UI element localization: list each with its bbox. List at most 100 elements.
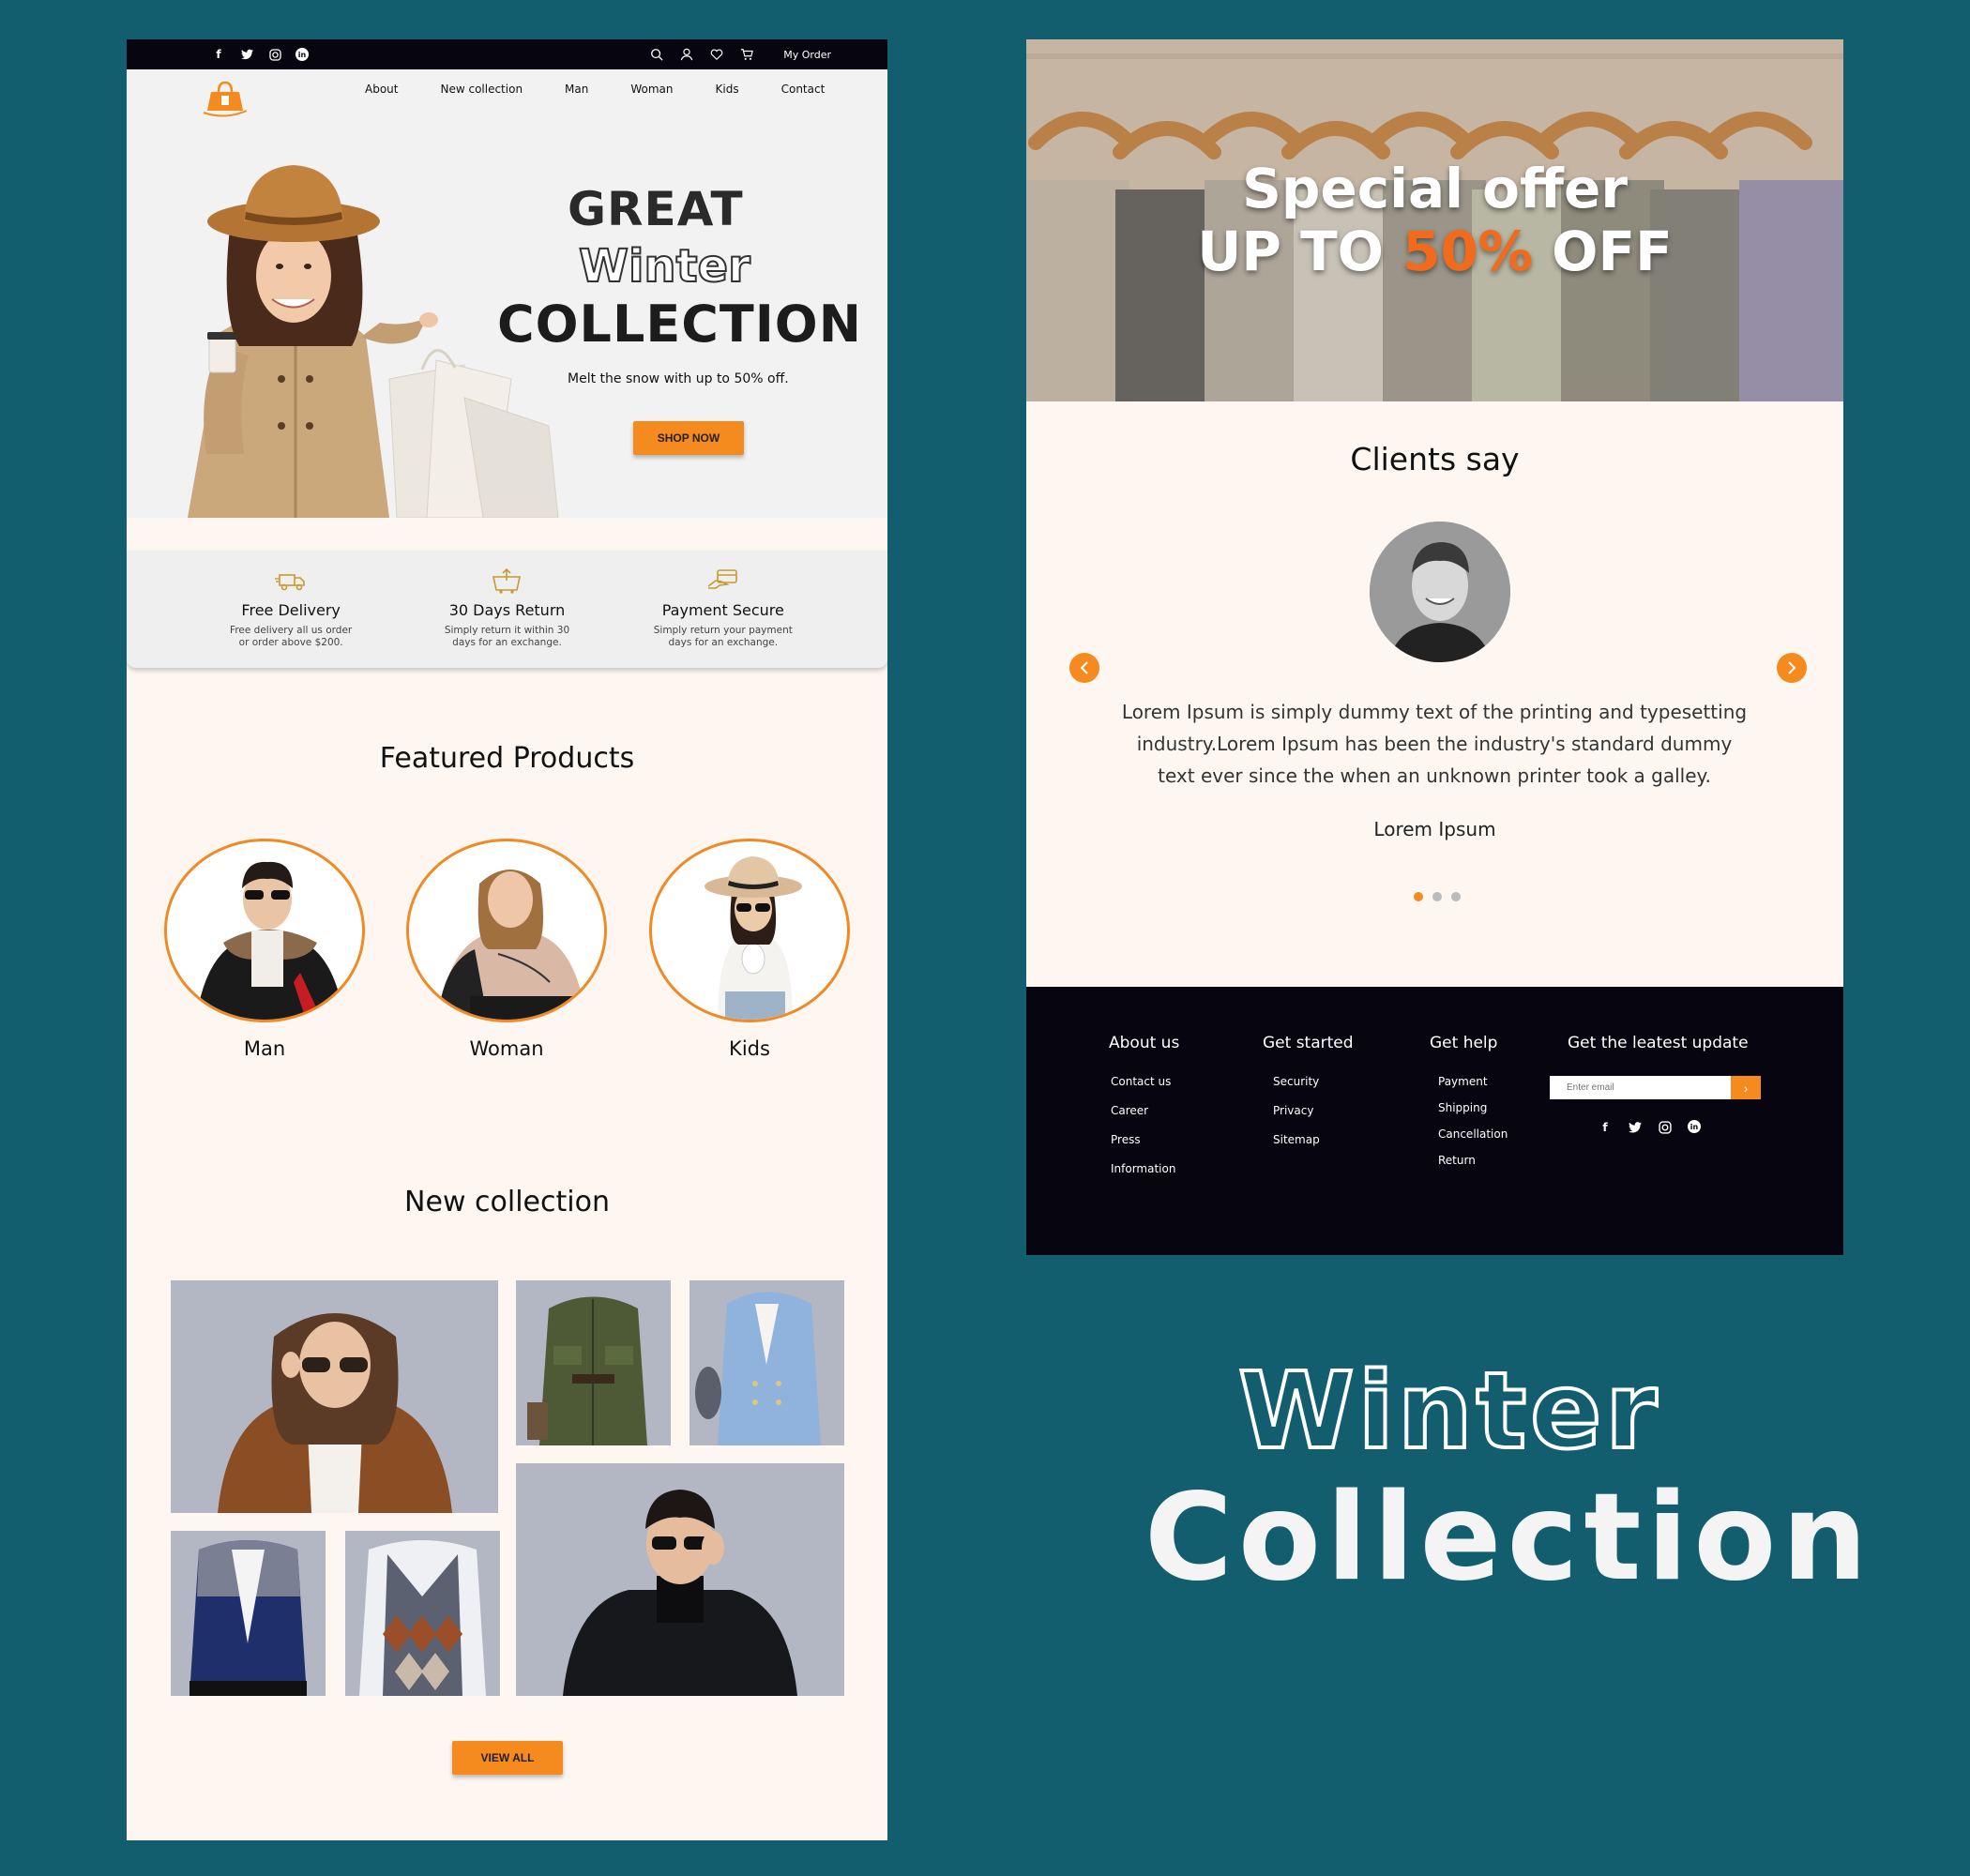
carousel-dot-1[interactable] bbox=[1414, 892, 1423, 901]
chevron-left-icon bbox=[1080, 661, 1088, 674]
footer-link-privacy[interactable]: Privacy bbox=[1273, 1104, 1354, 1117]
category-woman-image[interactable] bbox=[406, 839, 607, 1022]
footer-heading: Get started bbox=[1263, 1034, 1354, 1052]
footer-social-links: f in bbox=[1598, 1120, 1701, 1135]
carousel-dot-3[interactable] bbox=[1451, 892, 1461, 901]
footer-link-payment[interactable]: Payment bbox=[1438, 1075, 1508, 1088]
facebook-icon[interactable]: f bbox=[1598, 1120, 1613, 1135]
feature-free-delivery: Free Delivery Free delivery all us order… bbox=[216, 551, 366, 668]
newsletter-submit-button[interactable]: › bbox=[1731, 1076, 1761, 1099]
linkedin-icon[interactable]: in bbox=[1688, 1120, 1701, 1133]
footer-link-contact-us[interactable]: Contact us bbox=[1111, 1075, 1179, 1088]
footer-heading: Get help bbox=[1430, 1034, 1498, 1052]
feature-title: Free Delivery bbox=[241, 601, 341, 619]
hero-title-collection: COLLECTION bbox=[497, 295, 862, 354]
homepage-mockup: f in My Order About New collection Man W… bbox=[127, 39, 887, 1840]
cart-icon[interactable] bbox=[740, 48, 754, 61]
footer-about-column: About us Contact us Career Press Informa… bbox=[1109, 1034, 1179, 1191]
footer-link-shipping[interactable]: Shipping bbox=[1438, 1101, 1508, 1114]
footer-started-column: Get started Security Privacy Sitemap bbox=[1263, 1034, 1354, 1162]
collection-tile-patterned-jacket[interactable] bbox=[171, 1531, 326, 1696]
carousel-dots bbox=[1414, 892, 1461, 901]
facebook-icon[interactable]: f bbox=[211, 47, 226, 62]
offer-and-testimonials-mockup: Special offer UP TO 50% OFF Clients say … bbox=[1026, 39, 1843, 1255]
offer-percent: 50% bbox=[1402, 219, 1533, 283]
clients-say-title: Clients say bbox=[1350, 441, 1520, 477]
collection-tile-green-jacket[interactable] bbox=[516, 1280, 671, 1445]
category-kids-image[interactable] bbox=[649, 839, 850, 1022]
instagram-icon[interactable] bbox=[267, 47, 282, 62]
feature-title: 30 Days Return bbox=[448, 601, 566, 619]
payment-card-icon bbox=[707, 569, 737, 589]
feature-desc: Free delivery all us order or order above… bbox=[230, 625, 353, 648]
twitter-icon[interactable] bbox=[1628, 1120, 1643, 1135]
testimonial-next-button[interactable] bbox=[1777, 653, 1807, 683]
offer-discount: UP TO 50% OFF bbox=[1197, 219, 1673, 283]
category-man-image[interactable] bbox=[164, 839, 365, 1022]
feature-title: Payment Secure bbox=[661, 601, 784, 619]
testimonial-prev-button[interactable] bbox=[1069, 653, 1099, 683]
footer-heading: About us bbox=[1109, 1034, 1180, 1052]
feature-desc: Simply return your payment days for an ex… bbox=[653, 625, 793, 648]
testimonial-author: Lorem Ipsum bbox=[1373, 818, 1496, 840]
chevron-right-icon bbox=[1788, 661, 1796, 674]
utility-nav: My Order bbox=[650, 48, 831, 61]
hero-title-winter: Winter bbox=[578, 239, 751, 294]
footer-help-column: Get help Payment Shipping Cancellation R… bbox=[1430, 1034, 1508, 1180]
view-all-button[interactable]: VIEW ALL bbox=[452, 1741, 563, 1775]
hero-subtitle: Melt the snow with up to 50% off. bbox=[568, 371, 789, 386]
nav-kids[interactable]: Kids bbox=[716, 83, 739, 96]
footer-link-cancellation[interactable]: Cancellation bbox=[1438, 1127, 1508, 1141]
footer-link-security[interactable]: Security bbox=[1273, 1075, 1354, 1088]
user-icon[interactable] bbox=[680, 48, 693, 61]
offer-title: Special offer bbox=[1242, 157, 1628, 220]
collection-tile-blue-blazer[interactable] bbox=[690, 1280, 844, 1445]
newsletter-email-input[interactable] bbox=[1550, 1076, 1731, 1099]
banner-collection-text: Collection bbox=[1144, 1468, 1873, 1608]
footer-link-press[interactable]: Press bbox=[1111, 1133, 1179, 1146]
linkedin-icon[interactable]: in bbox=[296, 48, 309, 61]
my-order-link[interactable]: My Order bbox=[783, 49, 831, 61]
nav-about[interactable]: About bbox=[365, 83, 398, 96]
collection-tile-black-jacket[interactable] bbox=[516, 1463, 844, 1696]
category-label[interactable]: Man bbox=[164, 1037, 365, 1060]
collection-tile-argyle-vest[interactable] bbox=[345, 1531, 500, 1696]
return-basket-icon bbox=[492, 567, 522, 594]
site-footer: About us Contact us Career Press Informa… bbox=[1026, 987, 1843, 1255]
delivery-truck-icon bbox=[275, 574, 305, 591]
footer-link-career[interactable]: Career bbox=[1111, 1104, 1179, 1117]
banner-winter-text: Winter bbox=[1236, 1349, 1661, 1475]
nav-man[interactable]: Man bbox=[565, 83, 588, 96]
twitter-icon[interactable] bbox=[239, 47, 254, 62]
category-label[interactable]: Woman bbox=[406, 1037, 607, 1060]
social-links: f in bbox=[211, 47, 309, 62]
heart-icon[interactable] bbox=[710, 48, 723, 61]
hero-section: About New collection Man Woman Kids Cont… bbox=[127, 69, 887, 518]
special-offer-banner[interactable]: Special offer UP TO 50% OFF bbox=[1026, 39, 1843, 401]
collection-tile-brown-jacket[interactable] bbox=[171, 1280, 498, 1513]
shop-now-button[interactable]: SHOP NOW bbox=[633, 421, 744, 455]
client-avatar bbox=[1370, 522, 1510, 662]
search-icon[interactable] bbox=[650, 48, 663, 61]
carousel-dot-2[interactable] bbox=[1432, 892, 1442, 901]
brand-logo[interactable] bbox=[202, 77, 249, 118]
testimonial-quote: Lorem Ipsum is simply dummy text of the … bbox=[1121, 701, 1748, 787]
featured-products-title: Featured Products bbox=[379, 742, 635, 775]
main-nav: About New collection Man Woman Kids Cont… bbox=[365, 83, 825, 96]
footer-link-information[interactable]: Information bbox=[1111, 1162, 1179, 1175]
footer-update-column: Get the leatest update bbox=[1568, 1034, 1749, 1075]
footer-heading: Get the leatest update bbox=[1568, 1034, 1749, 1052]
footer-link-sitemap[interactable]: Sitemap bbox=[1273, 1133, 1354, 1146]
category-kids[interactable]: Kids bbox=[649, 839, 850, 1060]
nav-contact[interactable]: Contact bbox=[781, 83, 826, 96]
top-bar: f in My Order bbox=[127, 39, 887, 69]
feature-payment-secure: Payment Secure Simply return your paymen… bbox=[648, 551, 798, 668]
newsletter-form: › bbox=[1550, 1076, 1761, 1099]
nav-new-collection[interactable]: New collection bbox=[440, 83, 523, 96]
instagram-icon[interactable] bbox=[1658, 1120, 1673, 1135]
nav-woman[interactable]: Woman bbox=[630, 83, 673, 96]
category-label[interactable]: Kids bbox=[649, 1037, 850, 1060]
category-woman[interactable]: Woman bbox=[406, 839, 607, 1060]
footer-link-return[interactable]: Return bbox=[1438, 1154, 1508, 1167]
category-man[interactable]: Man bbox=[164, 839, 365, 1060]
